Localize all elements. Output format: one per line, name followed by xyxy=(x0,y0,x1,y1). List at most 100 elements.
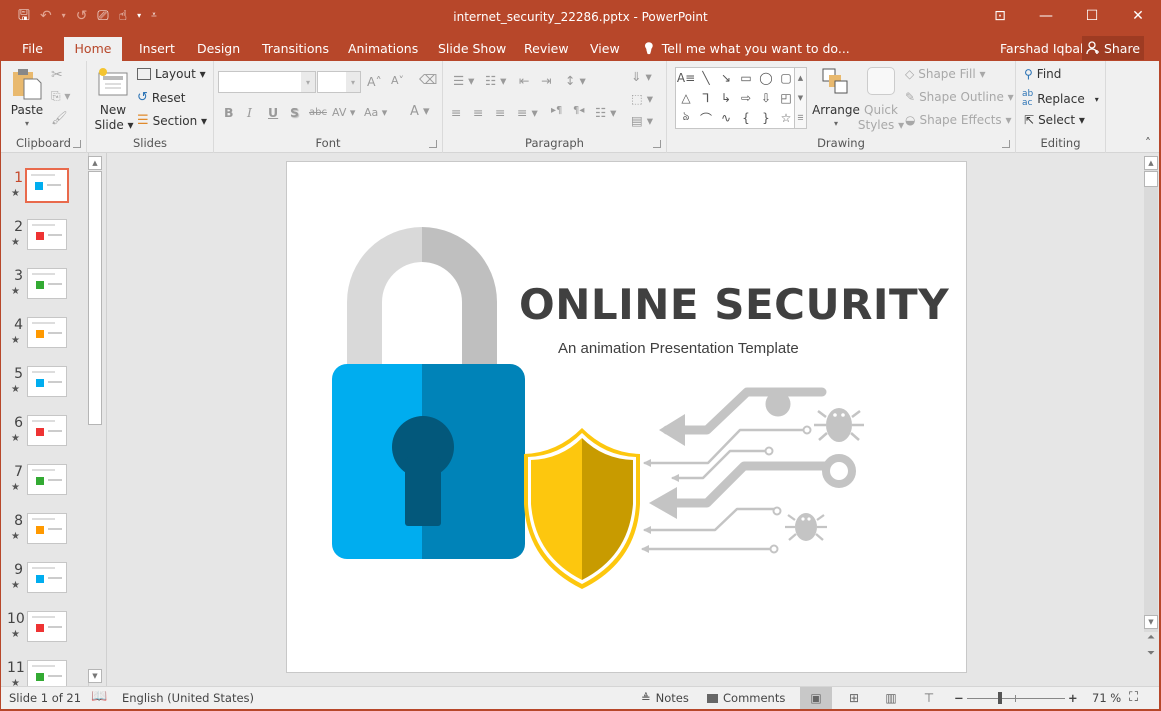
customize-qat-icon[interactable]: ⩡ xyxy=(151,6,157,26)
shape-option[interactable]: ⌒ xyxy=(700,110,712,127)
select-button[interactable]: ⇱ Select ▾ xyxy=(1024,113,1085,127)
tab-insert[interactable]: Insert xyxy=(129,37,185,61)
ribbon-display-options-icon[interactable]: ⊡ xyxy=(977,0,1023,32)
font-name-dropdown-icon[interactable]: ▾ xyxy=(301,72,315,92)
font-size-field[interactable]: ▾ xyxy=(317,71,361,93)
slide-scroll-up-icon[interactable]: ▲ xyxy=(1144,156,1158,170)
font-launcher-icon[interactable] xyxy=(429,140,437,148)
spell-check-icon[interactable]: 📖 xyxy=(91,689,107,704)
quick-styles-button[interactable]: Quick Styles ▾ xyxy=(858,65,904,135)
align-right-button[interactable]: ≡ xyxy=(495,105,505,120)
slide-thumbnail-item[interactable]: 4 ★ xyxy=(1,317,89,361)
shape-option[interactable]: ∿ xyxy=(721,111,731,125)
shape-option[interactable]: ⅂ xyxy=(703,91,710,105)
slide-thumbnail-item[interactable]: 2 ★ xyxy=(1,219,89,263)
slide-thumbnail-item[interactable]: 7 ★ xyxy=(1,464,89,508)
zoom-slider-thumb[interactable] xyxy=(997,692,1002,704)
gallery-down-icon[interactable]: ▼ xyxy=(798,94,803,102)
shape-option[interactable]: ↘ xyxy=(721,71,731,85)
tab-view[interactable]: View xyxy=(580,37,630,61)
replace-button[interactable]: ab ac Replace ▾ xyxy=(1022,90,1099,108)
shrink-font-button[interactable]: A˅ xyxy=(391,74,404,87)
font-color-button[interactable]: A ▾ xyxy=(410,104,430,119)
slide-thumbnail-item[interactable]: 1 ★ xyxy=(1,168,89,214)
minimize-button[interactable]: — xyxy=(1023,0,1069,32)
slide-thumbnail[interactable] xyxy=(27,513,67,544)
slide-title[interactable]: ONLINE SECURITY xyxy=(519,280,949,329)
user-name[interactable]: Farshad Iqbal xyxy=(1000,37,1084,61)
tab-home[interactable]: Home xyxy=(64,37,122,61)
justify-button[interactable]: ≡ ▾ xyxy=(517,105,538,120)
slide-thumbnail-item[interactable]: 8 ★ xyxy=(1,513,89,557)
shape-option[interactable]: { xyxy=(742,111,750,125)
slide-thumbnail[interactable] xyxy=(27,415,67,446)
change-case-button[interactable]: Aa ▾ xyxy=(364,106,387,119)
start-slideshow-icon[interactable]: ⎚ xyxy=(97,6,108,26)
slide-sorter-button[interactable]: ⊞ xyxy=(838,687,870,709)
undo-dropdown-icon[interactable]: ▾ xyxy=(62,6,66,26)
rtl-button[interactable]: ¶◂ xyxy=(573,105,584,116)
text-shadow-button[interactable]: S xyxy=(290,105,299,120)
comments-button[interactable]: Comments xyxy=(707,691,785,705)
tell-me-box[interactable]: 💡 Tell me what you want to do... xyxy=(642,37,850,61)
columns-button[interactable]: ☷ ▾ xyxy=(595,105,616,120)
slide-thumbnail[interactable] xyxy=(27,611,67,642)
slide-thumbnail-item[interactable]: 6 ★ xyxy=(1,415,89,459)
line-spacing-button[interactable]: ↕ ▾ xyxy=(565,73,586,88)
slide-scroll-thumb[interactable] xyxy=(1144,171,1158,187)
redo-icon[interactable]: ↺ xyxy=(76,6,88,26)
slide-scroll-down-icon[interactable]: ▼ xyxy=(1144,615,1158,629)
align-center-button[interactable]: ≡ xyxy=(473,105,483,120)
smartart-button[interactable]: ▤ ▾ xyxy=(631,113,653,128)
thumbnails-scrollbar[interactable]: ▲ ▼ xyxy=(88,156,102,683)
save-icon[interactable]: 🖫 xyxy=(18,6,30,26)
fit-to-window-icon[interactable]: ⛶ xyxy=(1129,690,1138,705)
slide-thumbnail-item[interactable]: 9 ★ xyxy=(1,562,89,606)
drawing-launcher-icon[interactable] xyxy=(1002,140,1010,148)
section-button[interactable]: ☰ Section ▾ xyxy=(137,113,207,128)
font-size-dropdown-icon[interactable]: ▾ xyxy=(346,72,360,92)
shape-option[interactable]: ◰ xyxy=(780,91,791,105)
slide-thumbnail[interactable] xyxy=(27,268,67,299)
replace-dropdown-icon[interactable]: ▾ xyxy=(1095,95,1099,104)
shape-fill-button[interactable]: ◇ Shape Fill ▾ xyxy=(905,67,986,81)
arrange-button[interactable]: Arrange ▾ xyxy=(812,65,860,135)
collapse-ribbon-icon[interactable]: ˄ xyxy=(1145,136,1151,150)
panel-divider[interactable] xyxy=(106,153,107,686)
slide-thumbnail[interactable] xyxy=(27,562,67,593)
slide-canvas[interactable]: ONLINE SECURITY An animation Presentatio… xyxy=(286,161,967,673)
slide-thumbnail-item[interactable]: 3 ★ xyxy=(1,268,89,312)
thumbs-scroll-thumb[interactable] xyxy=(88,171,102,425)
zoom-in-button[interactable]: + xyxy=(1068,691,1078,705)
shape-option[interactable]: } xyxy=(762,111,770,125)
numbering-button[interactable]: ☷ ▾ xyxy=(485,73,506,88)
shape-option[interactable]: ⇨ xyxy=(741,91,751,105)
zoom-level[interactable]: 71 % xyxy=(1092,691,1121,705)
thumbs-scroll-up-icon[interactable]: ▲ xyxy=(88,156,102,170)
shape-option[interactable]: ↳ xyxy=(721,91,731,105)
slide-thumbnail[interactable] xyxy=(27,317,67,348)
shape-option[interactable]: ঌ xyxy=(682,108,689,128)
maximize-button[interactable]: ☐ xyxy=(1069,0,1115,32)
gallery-up-icon[interactable]: ▲ xyxy=(798,74,803,82)
slide-thumbnail[interactable] xyxy=(27,366,67,397)
decrease-indent-button[interactable]: ⇤ xyxy=(519,73,529,88)
zoom-out-button[interactable]: − xyxy=(954,691,964,705)
cut-icon[interactable]: ✂ xyxy=(51,67,63,83)
thumbs-scroll-down-icon[interactable]: ▼ xyxy=(88,669,102,683)
text-direction-button[interactable]: ⇓ ▾ xyxy=(631,69,652,84)
slide-thumbnail-item[interactable]: 5 ★ xyxy=(1,366,89,410)
normal-view-button[interactable]: ▣ xyxy=(800,687,832,709)
align-text-button[interactable]: ⬚ ▾ xyxy=(631,91,653,106)
slide-thumbnail-item[interactable]: 10 ★ xyxy=(1,611,89,655)
character-spacing-button[interactable]: AV ▾ xyxy=(332,106,355,119)
zoom-slider-track[interactable] xyxy=(967,692,1065,704)
underline-button[interactable]: U xyxy=(268,105,278,120)
new-slide-button[interactable]: New Slide ▾ xyxy=(93,65,134,135)
close-button[interactable]: ✕ xyxy=(1115,0,1161,32)
font-name-field[interactable]: ▾ xyxy=(218,71,316,93)
shape-option[interactable]: △ xyxy=(681,91,690,105)
shape-option[interactable]: ☆ xyxy=(781,111,792,125)
touch-mode-dropdown-icon[interactable]: ▾ xyxy=(137,6,141,26)
shapes-gallery[interactable]: A≡ ╲ ↘ ▭ ◯ ▢ △ ⅂ ↳ ⇨ ⇩ ◰ ঌ ⌒ ∿ {} ☆ xyxy=(675,67,795,129)
